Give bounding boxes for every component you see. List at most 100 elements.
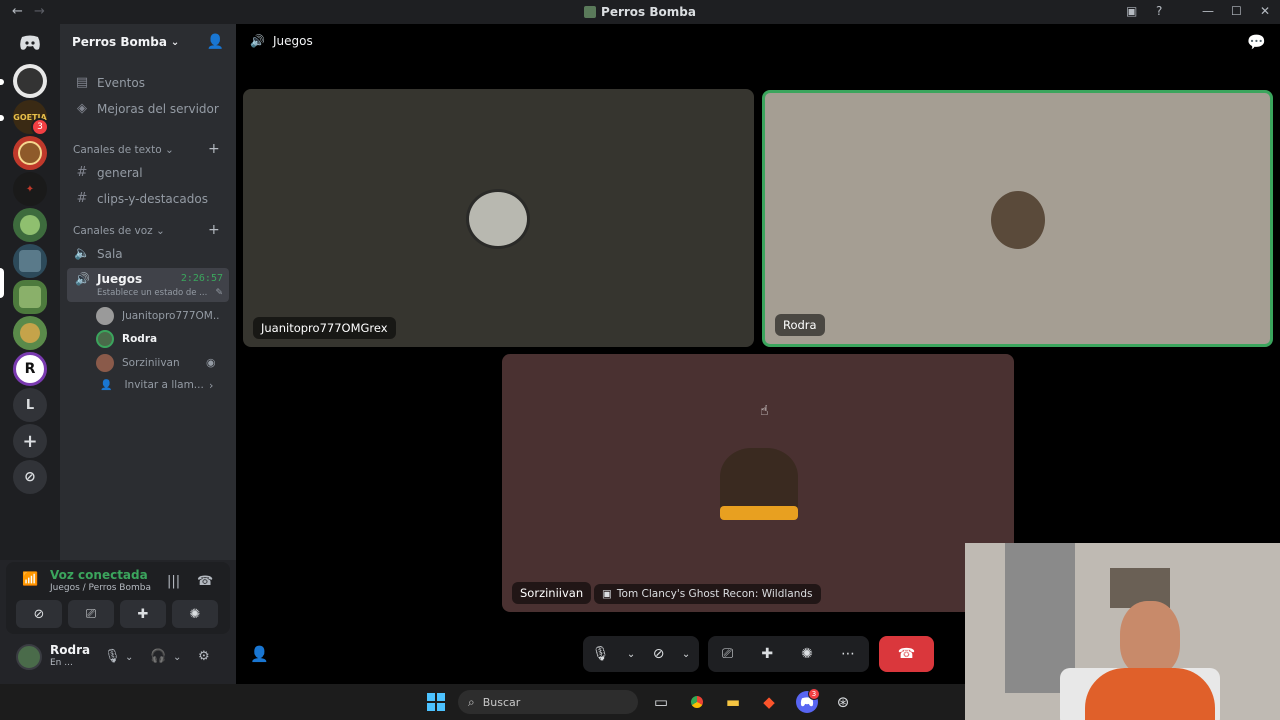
- channel-clips[interactable]: # clips-y-destacados: [74, 191, 234, 206]
- invite-to-call-icon[interactable]: 👤: [250, 645, 269, 663]
- video-tile-speaking[interactable]: Rodra: [762, 90, 1273, 347]
- mouse-cursor-icon: ☝: [760, 403, 769, 419]
- soundboard-button[interactable]: ✺: [172, 600, 218, 628]
- chevron-down-icon[interactable]: ⌄: [682, 649, 690, 660]
- more-options-icon[interactable]: ⋯: [841, 646, 855, 662]
- screen-share-icon: ⎚: [85, 606, 97, 622]
- channel-status[interactable]: Establece un estado de ...: [97, 288, 212, 298]
- chevron-right-icon: ›: [209, 379, 214, 392]
- user-name[interactable]: Rodra: [50, 643, 90, 657]
- voice-member[interactable]: Rodra: [96, 330, 226, 348]
- tile-avatar: [991, 191, 1045, 249]
- avatar: [96, 330, 114, 348]
- microphone-icon[interactable]: 🎙: [592, 646, 610, 662]
- signal-icon[interactable]: 📶: [22, 572, 38, 587]
- channel-sala[interactable]: 🔈 Sala: [74, 246, 234, 261]
- server-header[interactable]: Perros Bomba ⌄ 👤: [60, 24, 236, 60]
- server-icon-4[interactable]: ✦: [13, 172, 47, 206]
- microphone-icon[interactable]: 🎙: [104, 649, 121, 664]
- add-server-icon[interactable]: +: [13, 424, 47, 458]
- video-tile[interactable]: Sorziniivan ▣ Tom Clancy's Ghost Recon: W…: [502, 354, 1014, 612]
- chevron-down-icon[interactable]: ⌄: [627, 649, 635, 660]
- speaker-icon: 🔈: [74, 246, 91, 261]
- activity-badge[interactable]: ▣ Tom Clancy's Ghost Recon: Wildlands: [594, 584, 821, 604]
- hashtag-icon: #: [76, 165, 88, 180]
- call-timer: 2:26:57: [180, 273, 223, 284]
- tile-name-label: Juanitopro777OMGrex: [253, 317, 396, 339]
- close-icon[interactable]: ✕: [1260, 4, 1270, 18]
- speaker-icon: 🔊: [75, 272, 90, 286]
- server-icon-l[interactable]: L: [13, 388, 47, 422]
- calendar-icon: ▤: [75, 75, 89, 90]
- headphones-icon[interactable]: 🎧: [150, 649, 166, 664]
- invite-people-icon[interactable]: 👤: [207, 34, 224, 50]
- webcam-overlay: [965, 543, 1280, 720]
- avatar: [96, 307, 114, 325]
- brave-icon[interactable]: ◆: [758, 691, 780, 713]
- soundboard-icon: ✺: [189, 606, 201, 622]
- sidebar-item-eventos[interactable]: ▤ Eventos: [74, 75, 234, 90]
- server-icon-6[interactable]: [13, 244, 47, 278]
- maximize-icon[interactable]: ☐: [1231, 4, 1242, 18]
- chat-bubble-icon[interactable]: 💬: [1247, 33, 1266, 51]
- webcam-face: [1120, 601, 1180, 675]
- audio-video-controls: 🎙 ⌄ ⊘ ⌄: [583, 636, 699, 672]
- discord-home-icon[interactable]: [13, 26, 47, 60]
- stage-header: 🔊 Juegos: [250, 34, 313, 48]
- server-icon-8[interactable]: [13, 316, 47, 350]
- activities-icon[interactable]: ✚: [761, 646, 773, 662]
- disconnect-icon[interactable]: ☎: [197, 574, 213, 589]
- camera-toggle-button[interactable]: ⊘: [16, 600, 62, 628]
- speaker-icon: 🔊: [250, 34, 265, 48]
- noise-suppression-icon[interactable]: |||: [167, 574, 180, 589]
- voice-member[interactable]: Juanitopro777OM...: [96, 307, 226, 325]
- channel-juegos-active[interactable]: 🔊 Juegos 2:26:57 Establece un estado de …: [67, 268, 229, 302]
- taskbar-search[interactable]: ⌕ Buscar: [458, 690, 638, 714]
- camera-off-icon[interactable]: ⊘: [653, 646, 665, 662]
- task-view-icon[interactable]: ▭: [650, 691, 672, 713]
- settings-gear-icon[interactable]: ⚙: [198, 649, 210, 664]
- windows-start-icon[interactable]: [425, 691, 447, 713]
- help-icon[interactable]: ?: [1156, 4, 1162, 18]
- server-badge: 3: [31, 118, 49, 136]
- webcam-shirt: [1085, 668, 1215, 720]
- inbox-icon[interactable]: ▣: [1126, 4, 1137, 18]
- game-icon: ▣: [602, 588, 612, 600]
- activities-button[interactable]: ✚: [120, 600, 166, 628]
- window-title: Perros Bomba: [0, 5, 1280, 19]
- server-icon-1[interactable]: [13, 64, 47, 98]
- video-tile[interactable]: Juanitopro777OMGrex: [243, 89, 754, 347]
- boost-icon: ◈: [77, 101, 87, 116]
- pencil-icon[interactable]: ✎: [215, 288, 223, 298]
- soundboard-icon[interactable]: ✺: [801, 646, 813, 662]
- hangup-button[interactable]: ☎: [879, 636, 934, 672]
- sidebar-item-mejoras[interactable]: ◈ Mejoras del servidor: [74, 101, 234, 116]
- selected-server-pill: [0, 268, 4, 298]
- title-bar: ← → Perros Bomba ▣ ? — ☐ ✕: [0, 0, 1280, 24]
- discord-badge: 3: [808, 688, 820, 700]
- screen-share-button[interactable]: ⎚: [68, 600, 114, 628]
- chevron-down-icon[interactable]: ⌄: [173, 652, 181, 663]
- file-explorer-icon[interactable]: ▬: [722, 691, 744, 713]
- app-icon[interactable]: ⊛: [832, 691, 854, 713]
- explore-icon[interactable]: ⊘: [13, 460, 47, 494]
- search-icon: ⌕: [468, 694, 475, 709]
- channel-general[interactable]: # general: [74, 165, 234, 180]
- voice-connected-label[interactable]: Voz conectada: [50, 568, 148, 582]
- minimize-icon[interactable]: —: [1202, 4, 1214, 18]
- tile-name-label: Rodra: [775, 314, 825, 336]
- tile-name-label: Sorziniivan: [512, 582, 592, 604]
- server-icon-perros-bomba[interactable]: [13, 280, 47, 314]
- category-text[interactable]: Canales de texto ⌄: [73, 144, 174, 156]
- chevron-down-icon[interactable]: ⌄: [125, 652, 133, 663]
- category-voice[interactable]: Canales de voz ⌄: [73, 225, 165, 237]
- server-icon-r[interactable]: R: [13, 352, 47, 386]
- server-icon-5[interactable]: [13, 208, 47, 242]
- screen-share-icon[interactable]: ⎚: [722, 646, 733, 662]
- tile-avatar: [466, 189, 530, 249]
- server-icon-3[interactable]: [13, 136, 47, 170]
- chrome-icon[interactable]: [686, 691, 708, 713]
- server-name: Perros Bomba: [72, 35, 167, 49]
- voice-channel-path[interactable]: Juegos / Perros Bomba: [50, 583, 151, 593]
- user-avatar[interactable]: [16, 644, 42, 670]
